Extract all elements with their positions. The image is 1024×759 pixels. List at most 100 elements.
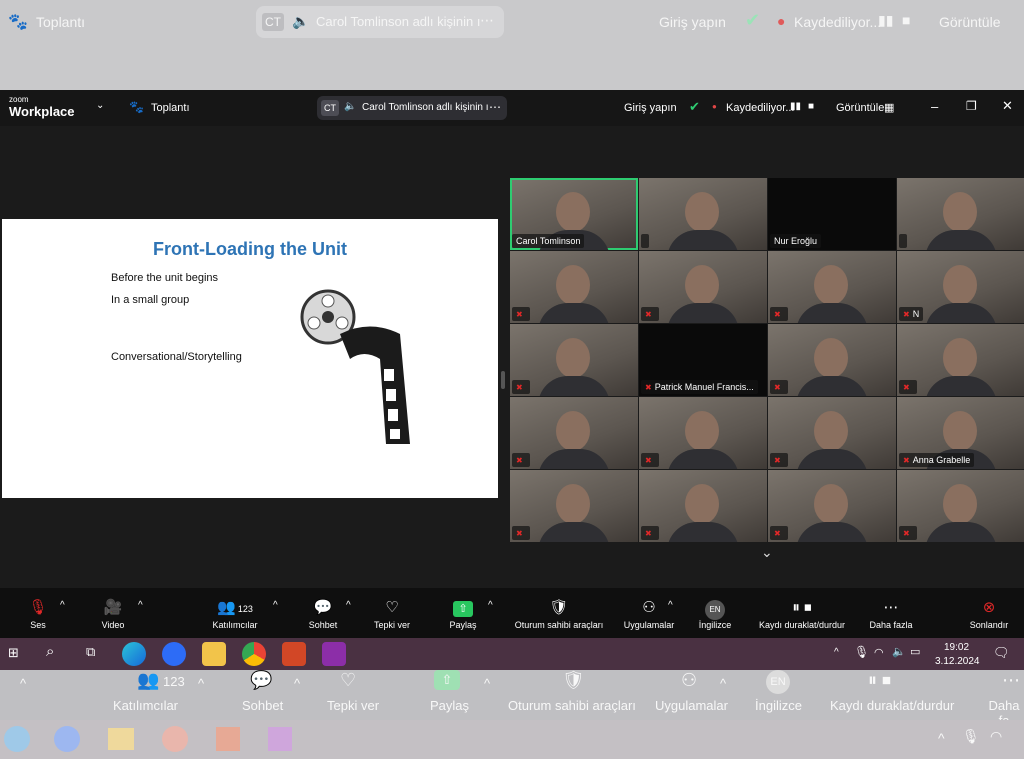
clock-time[interactable]: 19:02 xyxy=(944,642,969,653)
chevron-down-icon[interactable]: ⌄ xyxy=(96,100,104,111)
microphone-muted-icon: ✖ xyxy=(903,383,910,392)
participant-tile[interactable]: ✖ xyxy=(768,470,896,542)
participant-tile[interactable]: ✖ xyxy=(510,324,638,396)
view-button[interactable]: Görüntüle xyxy=(836,102,884,114)
chevron-up-icon[interactable]: ^ xyxy=(488,600,493,611)
ghost-top-bar: 🐾 Toplantı CT 🔈 Carol Tomlinson adlı kiş… xyxy=(0,0,1024,90)
signin-link[interactable]: Giriş yapın xyxy=(624,102,677,114)
stop-icon[interactable]: ■ xyxy=(808,101,814,112)
ghost-host-tools-label: Oturum sahibi araçları xyxy=(508,698,636,713)
participant-tile[interactable]: Carol Tomlinson xyxy=(510,178,638,250)
participant-tile[interactable] xyxy=(897,178,1024,250)
chat-icon: 💬 xyxy=(313,599,333,616)
participant-tile[interactable]: ✖ xyxy=(768,397,896,469)
windows-start-icon[interactable]: ⊞ xyxy=(8,645,19,661)
edge-icon[interactable] xyxy=(122,642,146,666)
chevron-up-icon[interactable]: ^ xyxy=(346,600,351,611)
participant-video xyxy=(814,411,848,451)
participant-name: ✖ xyxy=(899,380,917,394)
resize-handle[interactable] xyxy=(501,371,505,389)
stop-icon: ■ xyxy=(902,12,911,28)
notification-icon[interactable]: 🗨 xyxy=(993,645,1010,661)
participant-tile[interactable]: ✖ xyxy=(510,397,638,469)
task-view-icon[interactable]: ⧉ xyxy=(86,644,95,660)
participant-tile[interactable]: ✖ xyxy=(510,251,638,323)
language-badge: EN xyxy=(705,600,725,620)
participant-name-text: Nur Eroğlu xyxy=(774,236,818,246)
restore-icon[interactable]: ❐ xyxy=(966,99,977,113)
end-call-icon: ⊗ xyxy=(982,599,996,616)
chevron-up-icon[interactable]: ^ xyxy=(668,600,673,611)
host-tools-button[interactable]: 🛡 Oturum sahibi araçları xyxy=(508,588,610,638)
microphone-icon[interactable]: 🎙 xyxy=(854,645,869,659)
video-label: Video xyxy=(101,620,125,630)
react-button[interactable]: ♡ Tepki ver xyxy=(370,588,414,638)
more-icon[interactable]: ⋯ xyxy=(489,100,501,114)
chevron-up-icon[interactable]: ^ xyxy=(273,600,278,611)
battery-icon[interactable]: ▭ xyxy=(910,645,920,658)
share-button[interactable]: ⇧ Paylaş xyxy=(446,588,480,638)
language-button[interactable]: EN İngilizce xyxy=(694,588,736,638)
end-label: Sonlandır xyxy=(969,620,1009,630)
shared-slide: Front-Loading the Unit Before the unit b… xyxy=(2,219,498,498)
language-label: İngilizce xyxy=(698,620,732,630)
chevron-up-icon[interactable]: ^ xyxy=(138,600,143,611)
participant-tile[interactable]: ✖ xyxy=(639,251,767,323)
grid-view-icon[interactable]: ▦ xyxy=(884,101,894,114)
language-badge-icon: EN xyxy=(766,670,790,694)
slide-line: Conversational/Storytelling xyxy=(111,351,242,363)
video-button[interactable]: 🎥 Video xyxy=(94,588,132,638)
participant-tile[interactable]: ✖ Patrick Manuel Francis... xyxy=(639,324,767,396)
microphone-muted-icon: ✖ xyxy=(645,310,652,319)
audio-button[interactable]: 🎙 Ses xyxy=(22,588,54,638)
apps-button[interactable]: ⚇ Uygulamalar xyxy=(620,588,678,638)
microphone-muted-icon: ✖ xyxy=(645,456,652,465)
participant-tile[interactable]: Nur Eroğlu xyxy=(768,178,896,250)
chrome-icon[interactable] xyxy=(242,642,266,666)
clock-date[interactable]: 3.12.2024 xyxy=(935,656,980,667)
record-label: Kaydı duraklat/durdur xyxy=(758,620,846,630)
participant-tile[interactable]: ✖ xyxy=(639,397,767,469)
close-icon[interactable]: ✕ xyxy=(1002,98,1013,114)
pdf-app-icon[interactable] xyxy=(322,642,346,666)
pause-icon[interactable]: ▮▮ xyxy=(790,101,801,112)
record-dot-icon: ● xyxy=(712,102,717,111)
shield-icon: 🛡 xyxy=(562,670,585,690)
participant-name-text: Patrick Manuel Francis... xyxy=(654,382,754,392)
end-button[interactable]: ⊗ Sonlandır xyxy=(964,588,1014,638)
participant-tile[interactable]: ✖ xyxy=(768,251,896,323)
participant-name: ✖ xyxy=(512,453,530,467)
volume-icon[interactable]: 🔈 xyxy=(892,645,906,658)
participants-button[interactable]: 👥 123 Katılımcılar xyxy=(206,588,264,638)
participant-tile[interactable]: ✖ Anna Grabelle xyxy=(897,397,1024,469)
chat-button[interactable]: 💬 Sohbet xyxy=(303,588,343,638)
minimize-icon[interactable]: – xyxy=(931,99,938,114)
participant-tile[interactable]: ✖ xyxy=(639,470,767,542)
meeting-label[interactable]: Toplantı xyxy=(151,102,190,114)
participant-tile[interactable] xyxy=(639,178,767,250)
active-speaker-pill[interactable]: CT 🔈 Carol Tomlinson adlı kişinin ı ⋯ xyxy=(317,96,507,120)
powerpoint-icon[interactable] xyxy=(282,642,306,666)
participant-tile[interactable]: ✖ xyxy=(897,470,1024,542)
more-button[interactable]: ⋯ Daha fazla xyxy=(866,588,916,638)
participant-tile[interactable]: ✖ xyxy=(897,324,1024,396)
search-icon[interactable]: ⌕ xyxy=(46,643,54,660)
file-explorer-icon[interactable] xyxy=(202,642,226,666)
brand-top: zoom xyxy=(9,95,29,104)
participant-video xyxy=(796,522,868,542)
participant-tile[interactable]: ✖ xyxy=(768,324,896,396)
participant-name: ✖ xyxy=(899,526,917,540)
participant-name: ✖ xyxy=(512,307,530,321)
chevron-down-icon[interactable]: ⌄ xyxy=(761,544,773,561)
chevron-up-icon[interactable]: ^ xyxy=(834,647,839,658)
record-controls-button[interactable]: ⏸ ⏹ Kaydı duraklat/durdur xyxy=(752,588,852,638)
participant-tile[interactable]: ✖ xyxy=(510,470,638,542)
chevron-up-icon[interactable]: ^ xyxy=(60,600,65,611)
participant-tile[interactable]: ✖ N xyxy=(897,251,1024,323)
zoom-app-icon[interactable] xyxy=(162,642,186,666)
wifi-icon[interactable]: ◠ xyxy=(874,646,884,659)
shield-icon[interactable]: ✔ xyxy=(689,99,700,115)
chevron-up-icon: ^ xyxy=(720,676,727,691)
participant-video xyxy=(538,522,610,542)
ghost-recording: Kaydediliyor... xyxy=(794,14,882,30)
